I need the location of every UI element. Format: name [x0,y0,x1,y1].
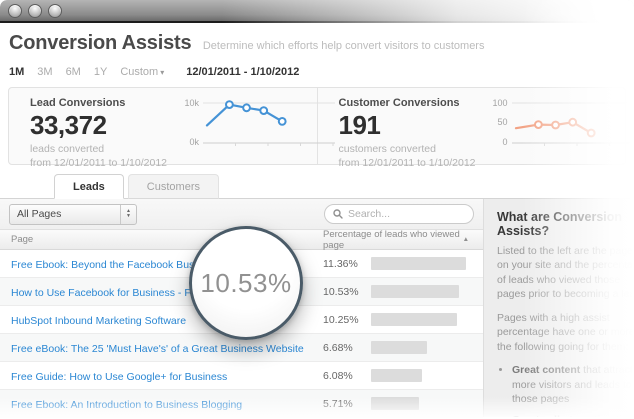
selected-date-range: 12/01/2011 - 1/10/2012 [186,66,300,78]
page-link[interactable]: Free eBook: The 25 'Must Have's' of a Gr… [11,343,304,355]
tab-leads[interactable]: Leads [54,174,124,199]
window-minimize-button[interactable] [28,3,42,18]
page-link[interactable]: HubSpot Inbound Marketing Software [11,315,186,327]
lead-axis-min-label: 0k [189,137,199,147]
conversion-stats-panel: Lead Conversions 33,372 leads converted f… [8,87,634,169]
customer-sparkline-chart [511,102,634,146]
range-option-1y[interactable]: 1Y [94,66,107,78]
percentage-bar [371,369,423,382]
sidebar-bullet-list: Great content that attracts more visitor… [512,363,634,417]
page-filter-select[interactable]: All Pages ▲ ▼ [9,203,137,225]
customer-stat-value: 191 [338,110,381,140]
search-box[interactable] [324,204,474,224]
report-tabs: Leads Customers [54,174,634,199]
percentage-value: 10.53% [323,285,359,298]
lead-stat-value: 33,372 [30,110,107,140]
help-sidebar: What are Conversion Assists? Listed to t… [483,199,634,417]
percentage-value: 10.25% [323,313,359,326]
page-filter-value: All Pages [17,208,62,220]
search-input[interactable] [348,208,465,220]
range-option-1m[interactable]: 1M [9,66,24,78]
sidebar-paragraph: Listed to the left are the pages on your… [497,245,634,301]
column-header-percentage[interactable]: Percentage of leads who viewed page ▲ [323,229,483,251]
percentage-value: 6.68% [323,341,353,354]
lead-sparkline-chart [203,100,335,146]
sidebar-bullet: Great calls-to-action that help your vis… [512,413,634,417]
lead-stat-title: Lead Conversions [30,97,126,109]
customer-stat-caption: customers converted from 12/01/2011 to 1/… [338,143,476,169]
page-header: Conversion Assists Determine which effor… [0,23,634,55]
percentage-value: 6.08% [323,369,353,382]
date-range-bar: 1M 3M 6M 1Y Custom ▾ 12/01/2011 - 1/10/20… [9,66,634,78]
range-option-custom[interactable]: Custom ▾ [120,66,164,78]
window-zoom-button[interactable] [48,3,62,18]
titlebar-fade [0,0,634,24]
window-title-bar [0,0,634,24]
sidebar-bullet: Great content that attracts more visitor… [512,363,634,406]
customer-conversions-stat: Customer Conversions 191 customers conve… [318,88,634,169]
range-option-3m[interactable]: 3M [37,66,52,78]
lead-stat-caption: leads converted from 12/01/2011 to 1/10/2… [30,143,167,169]
customer-stat-title: Customer Conversions [338,97,460,109]
main-content: All Pages ▲▼ Page Percentage of leads wh… [0,198,634,418]
page-link[interactable]: Free Guide: How to Use Google+ for Busin… [11,371,227,383]
sidebar-paragraph: Pages with a high assist percentage have… [497,311,634,353]
lead-sparkline: 10k 0k [177,95,335,164]
percentage-bar [371,257,467,270]
table-row: Free Ebook: An Introduction to Business … [0,390,483,418]
sidebar-heading-what: What are Conversion Assists? [497,210,623,238]
sort-ascending-icon[interactable]: ▲ [463,236,469,243]
magnifier-callout: 10.53% [189,226,303,340]
range-option-6m[interactable]: 6M [66,66,81,78]
window-close-button[interactable] [8,3,22,18]
tab-customers[interactable]: Customers [127,174,219,199]
customer-axis-mid-label: 50 [497,117,508,127]
chevron-down-icon: ▾ [160,68,165,77]
select-stepper-icon: ▲ ▼ [120,204,136,224]
percentage-bar [371,397,419,410]
search-icon [333,209,343,219]
magnified-percentage: 10.53% [200,267,292,298]
lead-conversions-stat: Lead Conversions 33,372 leads converted f… [9,88,335,169]
page-subtitle: Determine which efforts help convert vis… [202,40,485,52]
percentage-bar [371,285,460,298]
percentage-value: 5.71% [323,397,353,410]
table-row: Free Guide: How to Use Google+ for Busin… [0,362,483,390]
customer-sparkline: 100 50 0 [486,95,634,164]
percentage-value: 11.36% [323,257,358,270]
customer-axis-max-label: 100 [492,98,508,108]
page-link[interactable]: Free Ebook: An Introduction to Business … [11,399,242,411]
app-window: Conversion Assists Determine which effor… [0,0,634,419]
percentage-bar [371,313,458,326]
page-title: Conversion Assists [9,32,192,54]
percentage-bar [371,341,428,354]
customer-axis-min-label: 0 [502,137,508,147]
lead-axis-max-label: 10k [184,98,199,108]
